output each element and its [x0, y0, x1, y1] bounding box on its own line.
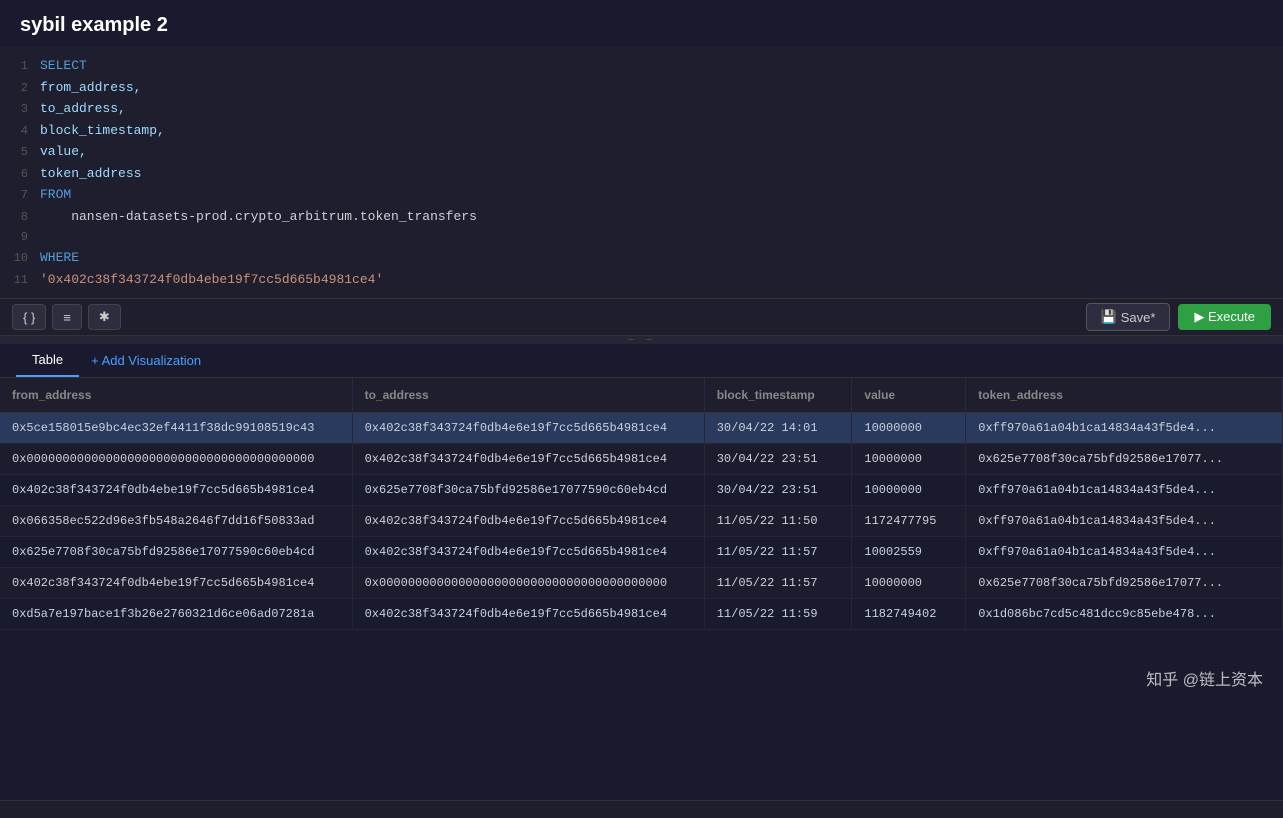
format-table-button[interactable]: ≡: [52, 304, 82, 330]
line-number: 11: [0, 271, 40, 289]
table-row[interactable]: 0x402c38f343724f0db4ebe19f7cc5d665b4981c…: [0, 475, 1283, 506]
resize-handle[interactable]: — —: [0, 336, 1283, 344]
cell-value: 10000000: [852, 413, 966, 444]
format-json-button[interactable]: { }: [12, 304, 46, 330]
col-from-address: from_address: [0, 378, 352, 413]
line-number: 3: [0, 100, 40, 118]
col-value: value: [852, 378, 966, 413]
cell-to-address: 0x402c38f343724f0db4e6e19f7cc5d665b4981c…: [352, 413, 704, 444]
cell-token-address: 0x625e7708f30ca75bfd92586e17077...: [966, 444, 1283, 475]
cell-from-address: 0x625e7708f30ca75bfd92586e17077590c60eb4…: [0, 537, 352, 568]
col-token-address: token_address: [966, 378, 1283, 413]
cell-block-timestamp: 30/04/22 14:01: [704, 413, 852, 444]
col-block-timestamp: block_timestamp: [704, 378, 852, 413]
table-row[interactable]: 0x625e7708f30ca75bfd92586e17077590c60eb4…: [0, 537, 1283, 568]
execute-button[interactable]: ▶ Execute: [1178, 304, 1271, 330]
cell-to-address: 0x402c38f343724f0db4e6e19f7cc5d665b4981c…: [352, 506, 704, 537]
cell-token-address: 0x625e7708f30ca75bfd92586e17077...: [966, 568, 1283, 599]
line-number: 8: [0, 208, 40, 226]
code-line: 11 '0x402c38f343724f0db4ebe19f7cc5d665b4…: [0, 269, 1283, 291]
line-number: 4: [0, 122, 40, 140]
code-line: 7FROM: [0, 184, 1283, 206]
tabs-bar: Table + Add Visualization: [0, 344, 1283, 378]
results-table: from_address to_address block_timestamp …: [0, 378, 1283, 630]
code-text: SELECT: [40, 56, 87, 76]
line-number: 7: [0, 186, 40, 204]
line-number: 2: [0, 79, 40, 97]
line-number: 9: [0, 228, 40, 246]
code-text: WHERE: [40, 248, 79, 268]
cell-from-address: 0x5ce158015e9bc4ec32ef4411f38dc99108519c…: [0, 413, 352, 444]
code-line: 8 nansen-datasets-prod.crypto_arbitrum.t…: [0, 206, 1283, 228]
cell-token-address: 0xff970a61a04b1ca14834a43f5de4...: [966, 537, 1283, 568]
code-text: '0x402c38f343724f0db4ebe19f7cc5d665b4981…: [40, 270, 383, 290]
table-row[interactable]: 0x5ce158015e9bc4ec32ef4411f38dc99108519c…: [0, 413, 1283, 444]
cell-from-address: 0x066358ec522d96e3fb548a2646f7dd16f50833…: [0, 506, 352, 537]
cell-block-timestamp: 11/05/22 11:57: [704, 568, 852, 599]
code-line: 3 to_address,: [0, 98, 1283, 120]
cell-value: 10002559: [852, 537, 966, 568]
code-text: to_address,: [40, 99, 126, 119]
cell-token-address: 0xff970a61a04b1ca14834a43f5de4...: [966, 506, 1283, 537]
cell-value: 1182749402: [852, 599, 966, 630]
bottom-scrollbar[interactable]: [0, 800, 1283, 818]
tab-add-visualization[interactable]: + Add Visualization: [79, 345, 213, 376]
cell-block-timestamp: 11/05/22 11:57: [704, 537, 852, 568]
col-to-address: to_address: [352, 378, 704, 413]
code-line: 6 token_address: [0, 163, 1283, 185]
page-title: sybil example 2: [0, 0, 1283, 47]
line-number: 1: [0, 57, 40, 75]
cell-token-address: 0xff970a61a04b1ca14834a43f5de4...: [966, 413, 1283, 444]
code-text: value,: [40, 142, 87, 162]
code-text: block_timestamp,: [40, 121, 165, 141]
cell-to-address: 0x402c38f343724f0db4e6e19f7cc5d665b4981c…: [352, 537, 704, 568]
cell-value: 1172477795: [852, 506, 966, 537]
code-text: FROM: [40, 185, 71, 205]
cell-from-address: 0xd5a7e197bace1f3b26e2760321d6ce06ad0728…: [0, 599, 352, 630]
code-text: token_address: [40, 164, 141, 184]
cell-value: 10000000: [852, 568, 966, 599]
format-star-button[interactable]: ✱: [88, 304, 121, 330]
cell-block-timestamp: 11/05/22 11:50: [704, 506, 852, 537]
code-text: from_address,: [40, 78, 141, 98]
code-text: nansen-datasets-prod.crypto_arbitrum.tok…: [40, 207, 477, 227]
cell-from-address: 0x402c38f343724f0db4ebe19f7cc5d665b4981c…: [0, 475, 352, 506]
cell-to-address: 0x625e7708f30ca75bfd92586e17077590c60eb4…: [352, 475, 704, 506]
code-line: 1SELECT: [0, 55, 1283, 77]
table-header-row: from_address to_address block_timestamp …: [0, 378, 1283, 413]
code-line: 5 value,: [0, 141, 1283, 163]
cell-to-address: 0x402c38f343724f0db4e6e19f7cc5d665b4981c…: [352, 599, 704, 630]
table-container[interactable]: from_address to_address block_timestamp …: [0, 378, 1283, 800]
line-number: 6: [0, 165, 40, 183]
cell-to-address: 0x402c38f343724f0db4e6e19f7cc5d665b4981c…: [352, 444, 704, 475]
cell-from-address: 0x00000000000000000000000000000000000000…: [0, 444, 352, 475]
code-line: 10WHERE: [0, 247, 1283, 269]
code-line: 2 from_address,: [0, 77, 1283, 99]
table-row[interactable]: 0x00000000000000000000000000000000000000…: [0, 444, 1283, 475]
cell-from-address: 0x402c38f343724f0db4ebe19f7cc5d665b4981c…: [0, 568, 352, 599]
toolbar: { } ≡ ✱ 💾 Save* ▶ Execute: [0, 299, 1283, 336]
cell-block-timestamp: 30/04/22 23:51: [704, 444, 852, 475]
editor-area: 1SELECT2 from_address,3 to_address,4 blo…: [0, 47, 1283, 299]
tab-table[interactable]: Table: [16, 344, 79, 377]
cell-token-address: 0xff970a61a04b1ca14834a43f5de4...: [966, 475, 1283, 506]
cell-block-timestamp: 30/04/22 23:51: [704, 475, 852, 506]
results-area: Table + Add Visualization from_address t…: [0, 344, 1283, 818]
save-button[interactable]: 💾 Save*: [1086, 303, 1171, 331]
cell-token-address: 0x1d086bc7cd5c481dcc9c85ebe478...: [966, 599, 1283, 630]
code-line: 4 block_timestamp,: [0, 120, 1283, 142]
cell-to-address: 0x00000000000000000000000000000000000000…: [352, 568, 704, 599]
line-number: 5: [0, 143, 40, 161]
table-row[interactable]: 0xd5a7e197bace1f3b26e2760321d6ce06ad0728…: [0, 599, 1283, 630]
table-row[interactable]: 0x402c38f343724f0db4ebe19f7cc5d665b4981c…: [0, 568, 1283, 599]
save-icon: 💾: [1101, 309, 1117, 325]
code-line: 9: [0, 227, 1283, 247]
table-row[interactable]: 0x066358ec522d96e3fb548a2646f7dd16f50833…: [0, 506, 1283, 537]
cell-value: 10000000: [852, 475, 966, 506]
cell-block-timestamp: 11/05/22 11:59: [704, 599, 852, 630]
line-number: 10: [0, 249, 40, 267]
cell-value: 10000000: [852, 444, 966, 475]
